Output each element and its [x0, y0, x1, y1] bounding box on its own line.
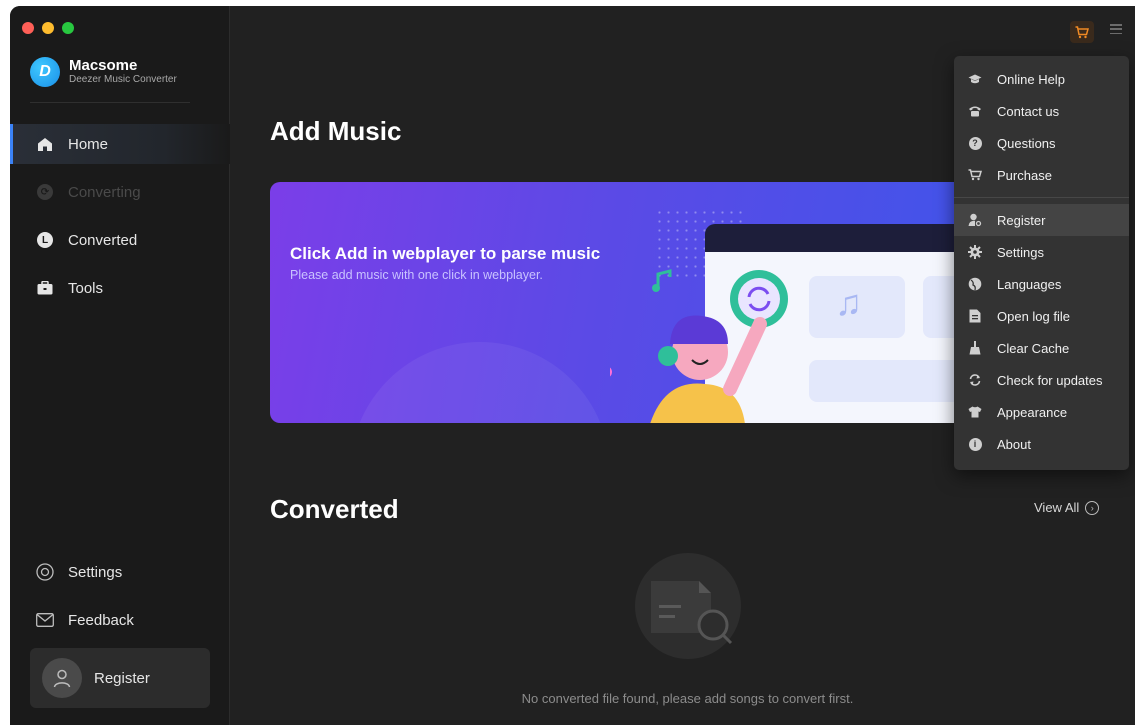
menu-separator [954, 197, 1129, 198]
brand: D Macsome Deezer Music Converter [30, 57, 177, 87]
sidebar-item-label: Converted [68, 231, 138, 249]
user-icon [53, 669, 71, 688]
menu-item-register[interactable]: Register [954, 204, 1129, 236]
menu-item-clear-cache[interactable]: Clear Cache [954, 332, 1129, 364]
home-icon [36, 135, 54, 153]
shirt-icon [968, 405, 982, 419]
sidebar-item-feedback[interactable]: Feedback [10, 600, 230, 640]
phone-icon [968, 104, 982, 118]
refresh-icon [968, 373, 982, 387]
menu-item-label: Register [997, 212, 1046, 228]
player-bar [809, 360, 969, 402]
sidebar-nav: Home ⟳ Converting L Converted Tools [10, 124, 230, 316]
app-subtitle: Deezer Music Converter [69, 74, 177, 85]
sidebar-item-tools[interactable]: Tools [10, 268, 230, 308]
window-controls [22, 22, 74, 34]
converting-icon: ⟳ [36, 183, 54, 201]
sidebar-item-label: Tools [68, 279, 104, 297]
sidebar-item-label: Feedback [68, 611, 134, 629]
view-all-link[interactable]: View All › [1034, 500, 1100, 515]
banner-subtitle: Please add music with one click in webpl… [290, 268, 543, 282]
menu-item-label: Appearance [997, 404, 1068, 420]
toolbox-icon [36, 279, 54, 297]
sidebar-item-converted[interactable]: L Converted [10, 220, 230, 260]
menu-item-questions[interactable]: ? Questions [954, 127, 1129, 159]
view-all-label: View All [1034, 500, 1080, 515]
file-search-icon [651, 581, 733, 645]
menu-item-label: Settings [997, 244, 1044, 260]
chevron-right-icon: › [1085, 500, 1100, 515]
menu-item-label: Purchase [997, 167, 1052, 183]
sidebar-item-home[interactable]: Home [10, 124, 230, 164]
converted-title: Converted [270, 494, 399, 524]
menu-item-languages[interactable]: Languages [954, 268, 1129, 300]
clock-icon: L [36, 231, 54, 249]
menu-item-contact-us[interactable]: Contact us [954, 95, 1129, 127]
empty-state-illustration [635, 553, 741, 659]
menu-item-about[interactable]: i About [954, 428, 1129, 460]
sidebar-item-settings[interactable]: Settings [10, 552, 230, 592]
question-icon: ? [968, 136, 982, 150]
menu-item-label: Contact us [997, 103, 1060, 119]
app-name: Macsome [69, 57, 138, 74]
close-window-button[interactable] [22, 22, 34, 34]
menu-item-check-for-updates[interactable]: Check for updates [954, 364, 1129, 396]
cart-button[interactable] [1070, 21, 1094, 43]
banner-title: Click Add in webplayer to parse music [290, 244, 601, 263]
menu-item-label: Questions [997, 135, 1056, 151]
banner-decoration [350, 342, 610, 423]
settings-icon [36, 563, 54, 581]
sidebar: D Macsome Deezer Music Converter Home ⟳ … [10, 6, 230, 725]
music-note-icon: ♫ [835, 282, 862, 323]
divider [30, 102, 190, 103]
music-note-icon [652, 269, 672, 292]
sidebar-item-label: Converting [68, 183, 141, 201]
register-label: Register [94, 669, 150, 687]
menu-icon[interactable] [1110, 24, 1122, 34]
empty-state-message: No converted file found, please add song… [521, 691, 854, 706]
menu-item-label: Open log file [997, 308, 1070, 324]
menu-item-label: Clear Cache [997, 340, 1070, 356]
minimize-window-button[interactable] [42, 22, 54, 34]
file-icon [968, 309, 982, 323]
character-illustration [610, 270, 788, 423]
menu-item-appearance[interactable]: Appearance [954, 396, 1129, 428]
register-card[interactable]: Register [30, 648, 210, 708]
cart-icon [1075, 25, 1089, 38]
menu-item-label: Online Help [997, 71, 1065, 87]
add-music-title: Add Music [270, 116, 402, 146]
menu-item-settings[interactable]: Settings [954, 236, 1129, 268]
gear-icon [968, 245, 982, 259]
mail-icon [36, 611, 54, 629]
menu-item-label: Check for updates [997, 372, 1103, 388]
sidebar-item-converting[interactable]: ⟳ Converting [10, 172, 230, 212]
menu-item-purchase[interactable]: Purchase [954, 159, 1129, 191]
sidebar-item-label: Home [68, 135, 109, 153]
graduation-cap-icon [968, 72, 982, 86]
avatar [42, 658, 82, 698]
settings-dropdown-menu: Online Help Contact us ? Questions Purch… [954, 56, 1129, 470]
info-icon: i [968, 437, 982, 451]
cart-icon [968, 168, 982, 182]
menu-item-open-log-file[interactable]: Open log file [954, 300, 1129, 332]
menu-item-online-help[interactable]: Online Help [954, 63, 1129, 95]
broom-icon [968, 341, 982, 355]
user-key-icon [968, 213, 982, 227]
menu-item-label: Languages [997, 276, 1062, 292]
menu-item-label: About [997, 436, 1031, 452]
globe-icon [968, 277, 982, 291]
zoom-window-button[interactable] [62, 22, 74, 34]
sidebar-bottom-nav: Settings Feedback [10, 552, 230, 648]
add-music-banner[interactable]: Click Add in webplayer to parse music Pl… [270, 182, 990, 423]
sidebar-item-label: Settings [68, 563, 123, 581]
app-logo-icon: D [30, 57, 60, 87]
